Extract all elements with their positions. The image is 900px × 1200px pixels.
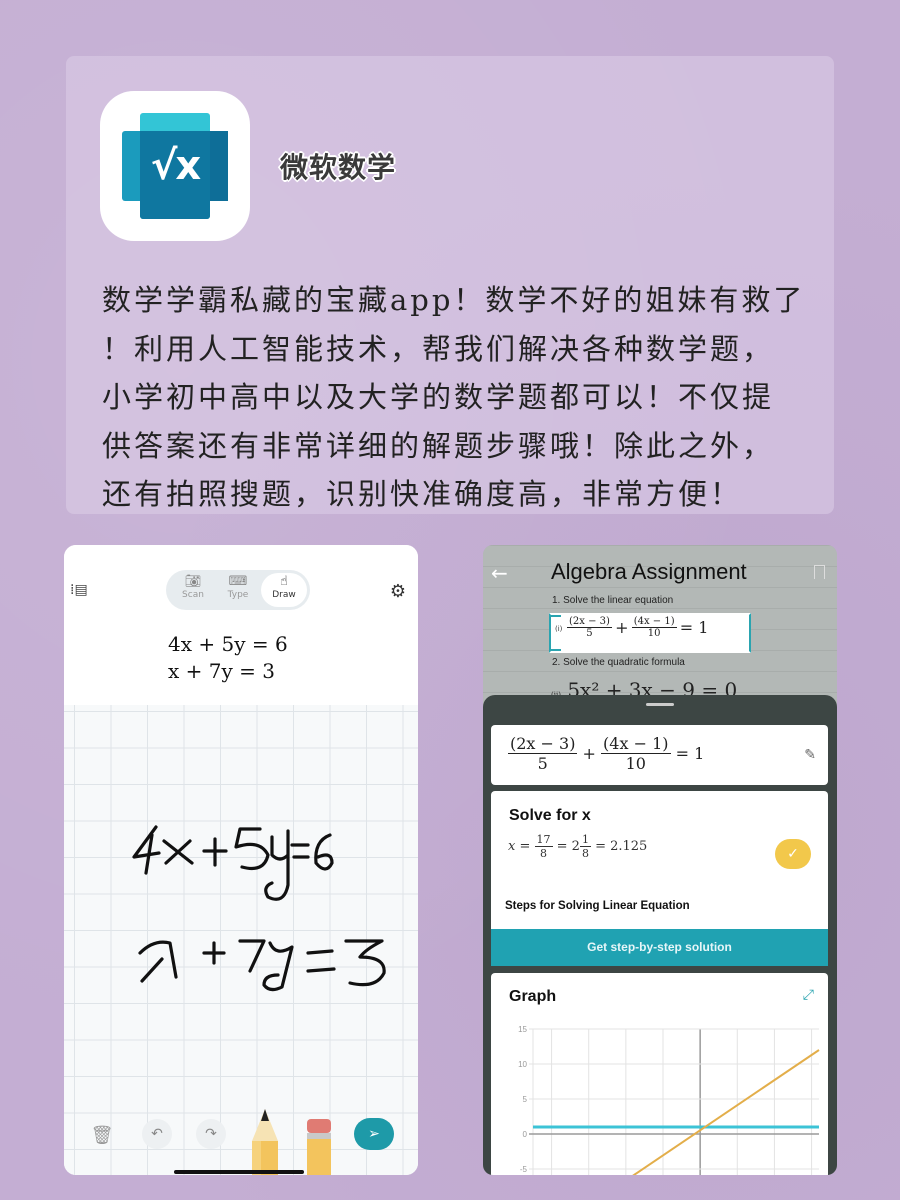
description-line: 还有拍照搜题，识别快准确度高，非常方便！: [102, 477, 743, 511]
redo-icon[interactable]: ↷: [196, 1119, 226, 1149]
stroke-y: [264, 829, 290, 901]
trash-icon[interactable]: 🗑︎: [90, 1123, 114, 1147]
solve-title: Solve for x: [509, 807, 591, 824]
series-line: [632, 1049, 820, 1175]
stroke-x: [162, 839, 194, 865]
description: 数学学霸私藏的宝藏app！数学不好的姐妹有救了 ！利用人工智能技术，帮我们解决各…: [102, 276, 812, 519]
stroke-4: [132, 825, 161, 875]
y-tick-label: 0: [523, 1130, 528, 1139]
sheet-drag-handle[interactable]: [646, 703, 674, 706]
stroke-3: [344, 939, 386, 987]
results-sheet: (2x − 3) 5 + (4x − 1) 10 = 1 ✎ Solve for x…: [483, 695, 837, 1175]
numerator: (2x − 3): [508, 734, 578, 754]
numerator: (4x − 1): [601, 734, 671, 754]
denominator: 5: [537, 754, 548, 773]
denominator: 10: [647, 628, 661, 639]
stroke-equals: [290, 843, 310, 859]
microsoft-math-app-icon: √x: [100, 91, 250, 241]
back-arrow-icon[interactable]: ←: [491, 561, 508, 585]
pencil-icon[interactable]: [250, 1107, 280, 1175]
mixed-whole: = 2: [556, 839, 580, 854]
plus-sign: +: [582, 744, 596, 763]
graph-title: Graph: [509, 988, 557, 1005]
rhs: = 1: [679, 618, 709, 637]
stroke-7: [238, 939, 266, 973]
eraser-icon[interactable]: [306, 1119, 332, 1175]
equation-display: (2x − 3) 5 + (4x − 1) 10 = 1: [508, 734, 704, 773]
denominator: 8: [581, 847, 589, 860]
send-icon[interactable]: ➢: [354, 1118, 394, 1150]
expand-icon[interactable]: ⤢: [803, 987, 814, 1003]
stroke-plus2: [202, 941, 226, 965]
home-indicator: [174, 1170, 304, 1174]
step-by-step-button[interactable]: Get step-by-step solution: [491, 929, 828, 966]
y-tick-label: 10: [518, 1060, 527, 1069]
undo-icon[interactable]: ↶: [142, 1119, 172, 1149]
solve-result: x = 17 8 = 218 = 2.125: [508, 833, 647, 860]
decimal-result: = 2.125: [595, 839, 648, 854]
description-line: 小学初中高中以及大学的数学题都可以！不仅提: [102, 380, 775, 414]
scan-selection-box[interactable]: (i) (2x − 3) 5 + (4x − 1) 10 = 1: [549, 613, 751, 653]
scanned-equation: (2x − 3) 5 + (4x − 1) 10 = 1: [567, 616, 708, 639]
description-line: 供答案还有非常详细的解题步骤哦！除此之外，: [102, 428, 775, 463]
question-2: 2. Solve the quadratic formula: [552, 657, 685, 668]
app-name: 微软数学: [280, 151, 397, 184]
edit-pencil-icon[interactable]: ✎: [804, 747, 816, 763]
stroke-5: [234, 827, 270, 871]
rhs: = 1: [675, 744, 705, 763]
numerator: 1: [579, 833, 591, 847]
stroke-x2: [138, 940, 178, 983]
check-icon: ✓: [775, 839, 811, 869]
question-label: (i): [555, 625, 563, 633]
numerator: (4x − 1): [631, 616, 677, 628]
description-line: ！利用人工智能技术，帮我们解决各种数学题，: [102, 331, 775, 366]
stroke-y2: [262, 941, 294, 992]
description-line: 数学学霸私藏的宝藏app！数学不好的姐妹有救了: [102, 283, 806, 317]
stroke-6: [314, 833, 334, 871]
denominator: 8: [540, 847, 547, 860]
numerator: (2x − 3): [567, 616, 612, 628]
drawing-toolbar: 🗑︎ ↶ ↷ ➢: [64, 1105, 418, 1175]
stroke-plus: [202, 837, 228, 867]
numerator: 17: [534, 833, 553, 847]
y-tick-label: -5: [520, 1165, 528, 1174]
question-1: 1. Solve the linear equation: [552, 595, 674, 606]
denominator: 10: [625, 754, 646, 773]
solve-card: Solve for x x = 17 8 = 218 = 2.125 ✓ Step…: [491, 791, 828, 966]
steps-label: Steps for Solving Linear Equation: [505, 900, 690, 912]
scan-result-screenshot: ← Algebra Assignment 1. Solve the linear…: [483, 545, 837, 1175]
graph-chart[interactable]: 15 10 5 0 -5: [491, 1021, 828, 1175]
handwriting: [132, 825, 386, 992]
y-tick-label: 15: [518, 1025, 527, 1034]
stroke-equals2: [306, 949, 336, 973]
bookmark-icon[interactable]: [814, 565, 825, 579]
paper-title: Algebra Assignment: [551, 559, 747, 584]
graph-card: Graph ⤢ 15 10 5 0 -5: [491, 973, 828, 1175]
sqrt-x-glyph: √x: [150, 143, 201, 189]
equation-card[interactable]: (2x − 3) 5 + (4x − 1) 10 = 1 ✎: [491, 725, 828, 785]
draw-mode-screenshot: ⁞▤ 📷︎ Scan ⌨ Type ☝ Draw ⚙ 4x + 5y = 6 x…: [64, 545, 418, 1175]
y-tick-label: 5: [523, 1095, 528, 1104]
result-prefix: x =: [508, 839, 531, 854]
denominator: 5: [586, 628, 593, 639]
plus-sign: +: [615, 618, 629, 637]
